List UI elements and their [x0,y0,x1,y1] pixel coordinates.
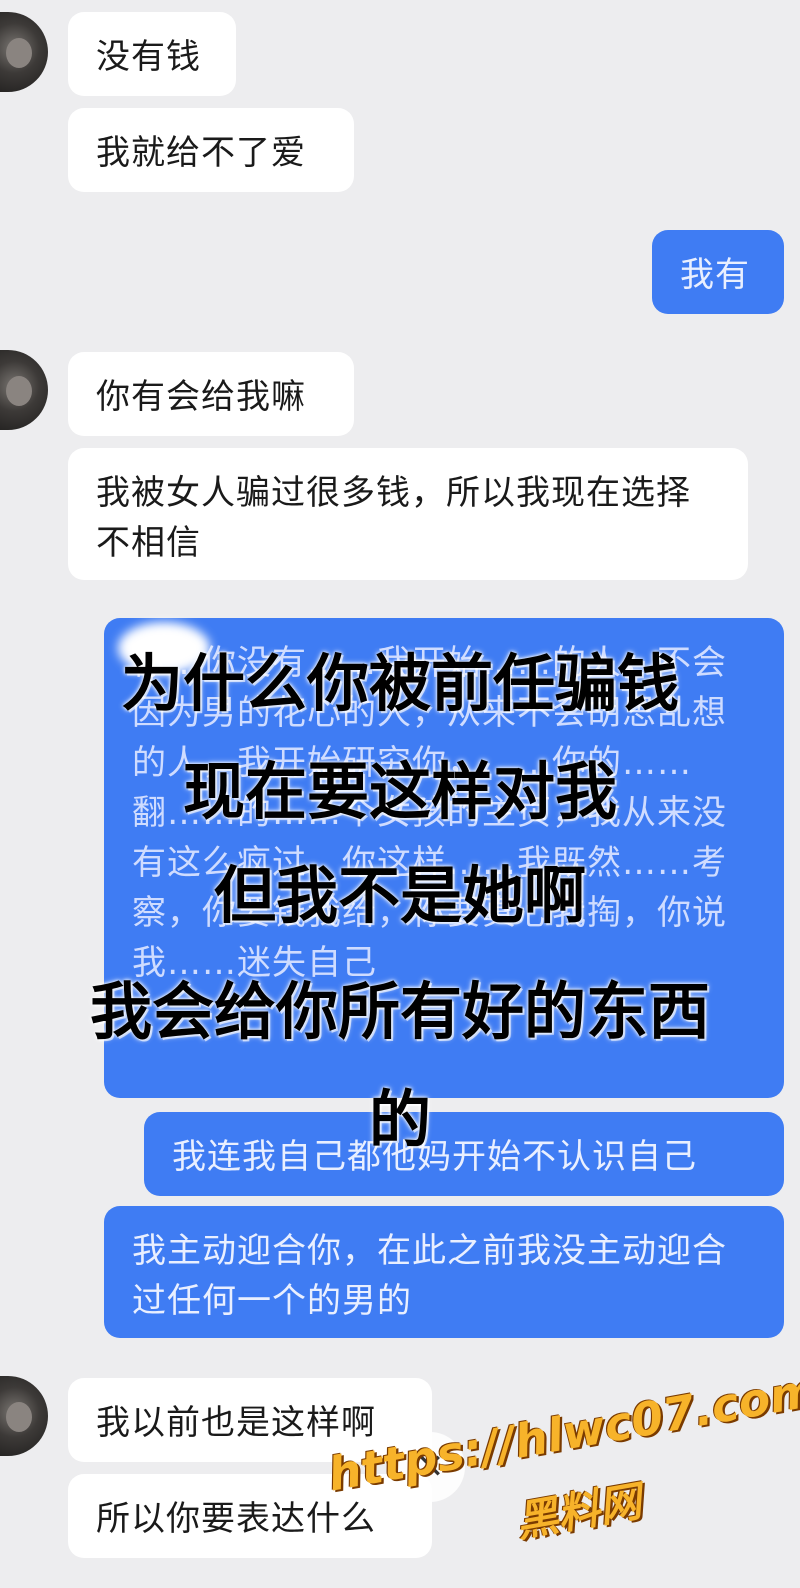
overlay-caption-line: 为什么你被前任骗钱 [120,647,679,720]
message-bubble-received[interactable]: 没有钱 [68,12,236,96]
message-bubble-sent[interactable]: 我主动迎合你，在此之前我没主动迎合过任何一个的男的 [104,1206,784,1338]
contact-avatar[interactable] [0,350,48,430]
message-bubble-received[interactable]: 我就给不了爱 [68,108,354,192]
avatar-face-icon [6,1402,32,1432]
overlay-caption-line: 现在要这样对我 [182,755,617,828]
overlay-caption-line: 的 [368,1083,431,1156]
message-bubble-sent[interactable]: 我有 [652,230,784,314]
contact-avatar[interactable] [0,1376,48,1456]
avatar-face-icon [6,376,32,406]
overlay-caption-line: 我会给你所有好的东西 [89,975,710,1048]
contact-avatar[interactable] [0,12,48,92]
watermark-name: 黑料网 [512,1476,645,1547]
avatar-face-icon [6,38,32,68]
overlay-caption-line: 但我不是她啊 [213,859,586,932]
message-bubble-received[interactable]: 你有会给我嘛 [68,352,354,436]
message-bubble-received[interactable]: 我被女人骗过很多钱，所以我现在选择不相信 [68,448,748,580]
